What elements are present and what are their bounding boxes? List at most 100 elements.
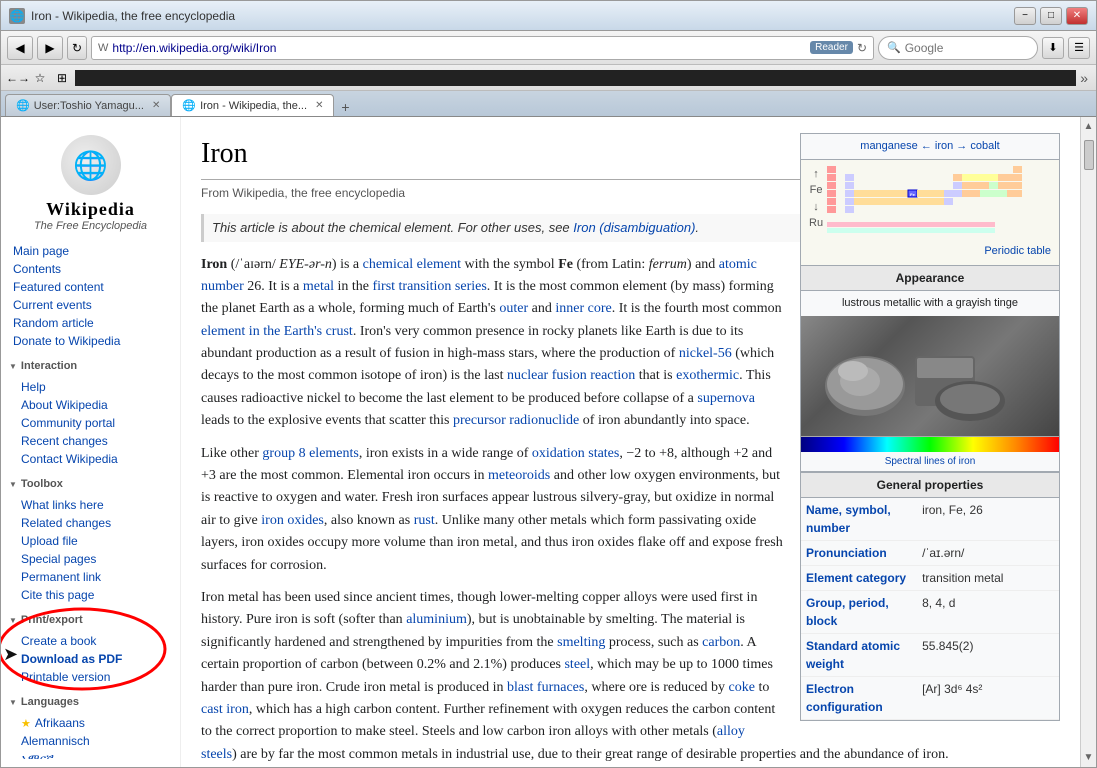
sidebar-link-download-pdf[interactable]: Download as PDF [9, 650, 180, 668]
scroll-up-arrow[interactable]: ▲ [1084, 117, 1094, 136]
nuclear-fusion-link[interactable]: nuclear fusion reaction [507, 368, 635, 383]
inner-core-link[interactable]: inner core [555, 301, 611, 316]
smelting-link[interactable]: smelting [557, 635, 605, 650]
tab-close-iron[interactable]: ✕ [315, 100, 323, 111]
cast-iron-link[interactable]: cast iron [201, 702, 249, 717]
print-section: ➤ ▼ Print/export Create a book Download … [1, 608, 180, 690]
stop-reload-button[interactable]: ↻ [67, 36, 87, 60]
sidebar-link-related[interactable]: Related changes [9, 514, 180, 532]
menu-icon[interactable]: ☰ [1068, 37, 1090, 59]
periodic-table-anchor[interactable]: Periodic table [984, 245, 1051, 257]
periodic-table-svg: Fe [827, 166, 1022, 234]
properties-table: Name, symbol, number iron, Fe, 26 Pronun… [801, 498, 1059, 720]
coke-link[interactable]: coke [729, 680, 755, 695]
latin-ferrum: ferrum [649, 257, 687, 272]
interaction-section-title[interactable]: ▼ Interaction [1, 354, 180, 374]
bookmark-star-icon[interactable]: ☆ [31, 69, 49, 87]
sidebar-link-permanent[interactable]: Permanent link [9, 568, 180, 586]
window-controls[interactable]: − □ ✕ [1014, 7, 1088, 25]
fe-label-left: ↑ Fe ↓ Ru [809, 166, 823, 232]
languages-section-title[interactable]: ▼ Languages [1, 690, 180, 710]
supernova-link[interactable]: supernova [697, 391, 755, 406]
disambiguation-link[interactable]: Iron (disambiguation) [573, 220, 695, 235]
tab-close-user[interactable]: ✕ [152, 100, 160, 111]
outer-link[interactable]: outer [499, 301, 528, 316]
precursor-link[interactable]: precursor radionuclide [453, 413, 579, 428]
aluminium-link[interactable]: aluminium [406, 612, 467, 627]
tab-favicon: 🌐 [16, 99, 30, 112]
scroll-thumb[interactable] [1084, 140, 1094, 170]
general-properties-title: General properties [801, 472, 1059, 498]
sidebar-link-contact[interactable]: Contact Wikipedia [9, 450, 180, 468]
back-bookmark-icon[interactable]: ←→ [9, 69, 27, 87]
chemical-element-link[interactable]: chemical element [363, 257, 461, 272]
sidebar-link-random[interactable]: Random article [1, 314, 180, 332]
search-input[interactable] [905, 41, 1015, 55]
minimize-button[interactable]: − [1014, 7, 1036, 25]
prop-label-pronunciation: Pronunciation [801, 540, 917, 565]
afrikaans-label: Afrikaans [35, 716, 85, 730]
refresh-icon[interactable]: ↻ [857, 41, 867, 55]
page-scrollbar[interactable]: ▲ ▼ [1080, 117, 1096, 767]
sidebar-link-printable[interactable]: Printable version [9, 668, 180, 686]
steel-link[interactable]: steel [564, 657, 590, 672]
back-button[interactable]: ◀ [7, 36, 33, 60]
periodic-table-link[interactable]: Periodic table [805, 241, 1055, 262]
sidebar-link-create-book[interactable]: Create a book [9, 632, 180, 650]
title-bar: 🌐 Iron - Wikipedia, the free encyclopedi… [1, 1, 1096, 31]
tab-user[interactable]: 🌐 User:Toshio Yamagu... ✕ [5, 94, 171, 116]
sidebar-link-donate[interactable]: Donate to Wikipedia [1, 332, 180, 350]
tab-iron[interactable]: 🌐 Iron - Wikipedia, the... ✕ [171, 94, 334, 116]
reader-button[interactable]: Reader [810, 41, 853, 54]
sidebar-link-about[interactable]: About Wikipedia [9, 396, 180, 414]
apps-icon[interactable]: ⊞ [53, 69, 71, 87]
meteoroids-link[interactable]: meteoroids [488, 468, 550, 483]
scroll-down-arrow[interactable]: ▼ [1084, 748, 1094, 767]
iron-oxides-link[interactable]: iron oxides [261, 513, 324, 528]
spectral-link[interactable]: Spectral lines of iron [885, 456, 976, 467]
first-transition-link[interactable]: first transition series [372, 279, 486, 294]
sidebar-link-what-links[interactable]: What links here [9, 496, 180, 514]
element-crust-link[interactable]: element in the Earth's crust [201, 324, 353, 339]
url-text[interactable]: http://en.wikipedia.org/wiki/Iron [112, 41, 806, 55]
sidebar-link-cite[interactable]: Cite this page [9, 586, 180, 604]
metal-link[interactable]: metal [303, 279, 334, 294]
carbon-link[interactable]: carbon [702, 635, 740, 650]
alloy-steels-link[interactable]: alloy steels [201, 724, 745, 761]
sidebar-link-contents[interactable]: Contents [1, 260, 180, 278]
close-button[interactable]: ✕ [1066, 7, 1088, 25]
nickel-56-link[interactable]: nickel-56 [679, 346, 732, 361]
sidebar-link-help[interactable]: Help [9, 378, 180, 396]
sidebar-link-amharic[interactable]: አማርኛ [9, 750, 180, 759]
sidebar-link-current-events[interactable]: Current events [1, 296, 180, 314]
iron-image-svg [815, 326, 1045, 426]
print-section-title[interactable]: ▼ Print/export [1, 608, 180, 628]
wiki-main-content: manganese ← iron → cobalt ↑ Fe ↓ Ru [181, 117, 1080, 767]
forward-button[interactable]: ▶ [37, 36, 63, 60]
sidebar-link-alemannisch[interactable]: Alemannisch [9, 732, 180, 750]
sidebar-link-recent[interactable]: Recent changes [9, 432, 180, 450]
spectral-caption: Spectral lines of iron [801, 452, 1059, 472]
sidebar-link-community[interactable]: Community portal [9, 414, 180, 432]
oxidation-link[interactable]: oxidation states [532, 446, 620, 461]
address-bar[interactable]: W http://en.wikipedia.org/wiki/Iron Read… [91, 36, 874, 60]
tab-label-iron: Iron - Wikipedia, the... [200, 100, 307, 112]
group8-link[interactable]: group 8 elements [262, 446, 358, 461]
prop-label-category: Element category [801, 565, 917, 590]
maximize-button[interactable]: □ [1040, 7, 1062, 25]
blast-furnaces-link[interactable]: blast furnaces [507, 680, 584, 695]
sidebar-link-upload[interactable]: Upload file [9, 532, 180, 550]
wiki-logo: 🌐 Wikipedia The Free Encyclopedia [1, 125, 180, 238]
sidebar-link-featured[interactable]: Featured content [1, 278, 180, 296]
new-tab-button[interactable]: + [334, 98, 356, 116]
exothermic-link[interactable]: exothermic [676, 368, 739, 383]
rust-link[interactable]: rust [414, 513, 435, 528]
bookmarks-overflow-icon[interactable]: » [1080, 70, 1088, 86]
sidebar-link-special[interactable]: Special pages [9, 550, 180, 568]
toolbox-section-title[interactable]: ▼ Toolbox [1, 472, 180, 492]
search-bar[interactable]: 🔍 [878, 36, 1038, 60]
sidebar-link-main-page[interactable]: Main page [1, 242, 180, 260]
wiki-subtitle: The Free Encyclopedia [9, 220, 172, 232]
sidebar-link-afrikaans[interactable]: ★ Afrikaans [9, 714, 180, 732]
downloads-icon[interactable]: ⬇ [1042, 37, 1064, 59]
